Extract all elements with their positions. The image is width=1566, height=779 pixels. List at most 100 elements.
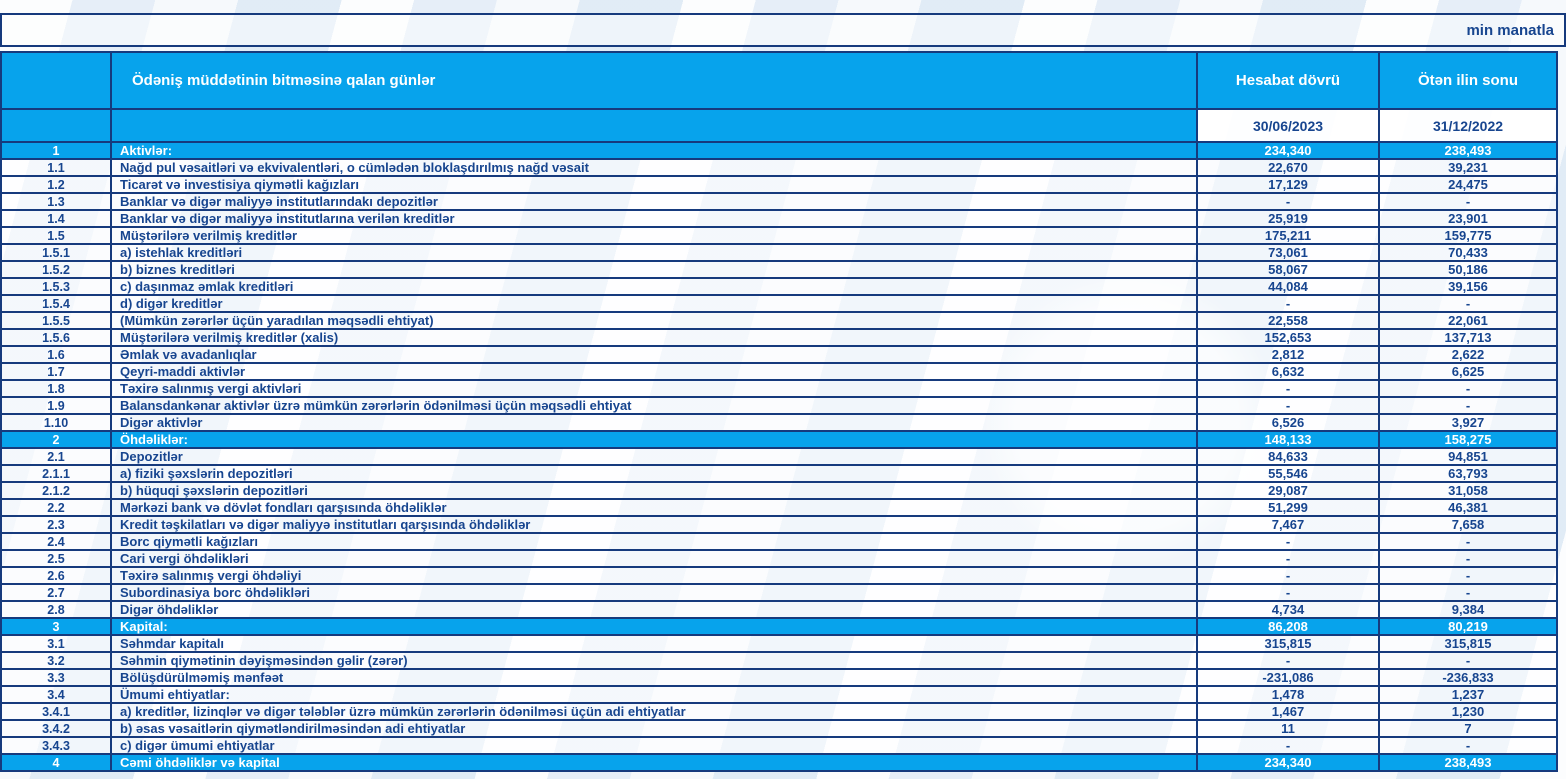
- row-number: 3: [1, 618, 111, 635]
- reporting-period-value: -: [1197, 193, 1379, 210]
- reporting-period-value: -: [1197, 550, 1379, 567]
- row-label: Müştərilərə verilmiş kreditlər: [111, 227, 1197, 244]
- date-row: 30/06/2023 31/12/2022: [1, 109, 1557, 142]
- row-number: 1.6: [1, 346, 111, 363]
- unit-label: min manatla: [1466, 22, 1554, 39]
- section-row: 3Kapital:86,20880,219: [1, 618, 1557, 635]
- row-number: 2.1.2: [1, 482, 111, 499]
- reporting-period-value: 73,061: [1197, 244, 1379, 261]
- previous-year-value: -: [1379, 193, 1557, 210]
- row-number: 1.3: [1, 193, 111, 210]
- reporting-period-value: 51,299: [1197, 499, 1379, 516]
- previous-year-value: 31,058: [1379, 482, 1557, 499]
- row-number: 3.3: [1, 669, 111, 686]
- previous-year-value: -: [1379, 533, 1557, 550]
- table-row: 2.1Depozitlər84,63394,851: [1, 448, 1557, 465]
- row-label: Aktivlər:: [111, 142, 1197, 159]
- previous-year-value: -: [1379, 737, 1557, 754]
- previous-year-value: 7,658: [1379, 516, 1557, 533]
- reporting-period-value: 11: [1197, 720, 1379, 737]
- table-row: 1.5Müştərilərə verilmiş kreditlər175,211…: [1, 227, 1557, 244]
- row-label: (Mümkün zərərlər üçün yaradılan məqsədli…: [111, 312, 1197, 329]
- unit-bar: min manatla: [0, 13, 1566, 47]
- row-label: a) istehlak kreditləri: [111, 244, 1197, 261]
- previous-year-value: 70,433: [1379, 244, 1557, 261]
- reporting-period-value: -: [1197, 533, 1379, 550]
- row-number: 2.2: [1, 499, 111, 516]
- reporting-period-value: 84,633: [1197, 448, 1379, 465]
- previous-year-value: 6,625: [1379, 363, 1557, 380]
- previous-year-header: Ötən ilin sonu: [1379, 52, 1557, 109]
- section-row: 4Cəmi öhdəliklər və kapital234,340238,49…: [1, 754, 1557, 771]
- row-number: 2.1: [1, 448, 111, 465]
- reporting-period-header: Hesabat dövrü: [1197, 52, 1379, 109]
- row-number: 2.3: [1, 516, 111, 533]
- column-header-row: Ödəniş müddətinin bitməsinə qalan günlər…: [1, 52, 1557, 109]
- row-label: Ümumi ehtiyatlar:: [111, 686, 1197, 703]
- previous-year-value: -: [1379, 380, 1557, 397]
- row-number: 1.5.2: [1, 261, 111, 278]
- table-row: 1.9Balansdankənar aktivlər üzrə mümkün z…: [1, 397, 1557, 414]
- table-row: 1.3Banklar və digər maliyyə institutları…: [1, 193, 1557, 210]
- table-row: 2.1.2b) hüquqi şəxslərin depozitləri29,0…: [1, 482, 1557, 499]
- table-row: 1.2Ticarət və investisiya qiymətli kağız…: [1, 176, 1557, 193]
- reporting-period-date: 30/06/2023: [1197, 109, 1379, 142]
- row-label: Banklar və digər maliyyə institutlarında…: [111, 193, 1197, 210]
- row-label: Depozitlər: [111, 448, 1197, 465]
- table-row: 3.4.1a) kreditlər, lizinqlər və digər tə…: [1, 703, 1557, 720]
- row-label: Təxirə salınmış vergi aktivləri: [111, 380, 1197, 397]
- row-number: 1.1: [1, 159, 111, 176]
- table-row: 1.5.3c) daşınmaz əmlak kreditləri44,0843…: [1, 278, 1557, 295]
- previous-year-value: 238,493: [1379, 754, 1557, 771]
- table-row: 2.8Digər öhdəliklər4,7349,384: [1, 601, 1557, 618]
- previous-year-value: -: [1379, 584, 1557, 601]
- row-number: 1.2: [1, 176, 111, 193]
- row-label: Cəmi öhdəliklər və kapital: [111, 754, 1197, 771]
- reporting-period-value: 44,084: [1197, 278, 1379, 295]
- previous-year-value: 159,775: [1379, 227, 1557, 244]
- row-label: Mərkəzi bank və dövlət fondları qarşısın…: [111, 499, 1197, 516]
- reporting-period-value: 7,467: [1197, 516, 1379, 533]
- table-row: 1.7Qeyri-maddi aktivlər6,6326,625: [1, 363, 1557, 380]
- empty-cell: [111, 109, 1197, 142]
- previous-year-value: -: [1379, 652, 1557, 669]
- reporting-period-value: 25,919: [1197, 210, 1379, 227]
- previous-year-value: 7: [1379, 720, 1557, 737]
- table-row: 3.3Bölüşdürülməmiş mənfəət-231,086-236,8…: [1, 669, 1557, 686]
- row-label: b) əsas vəsaitlərin qiymətləndirilməsind…: [111, 720, 1197, 737]
- table-row: 1.5.6Müştərilərə verilmiş kreditlər (xal…: [1, 329, 1557, 346]
- reporting-period-value: 1,478: [1197, 686, 1379, 703]
- row-label: Bölüşdürülməmiş mənfəət: [111, 669, 1197, 686]
- previous-year-value: 39,231: [1379, 159, 1557, 176]
- reporting-period-value: -: [1197, 584, 1379, 601]
- previous-year-value: 23,901: [1379, 210, 1557, 227]
- previous-year-value: -: [1379, 567, 1557, 584]
- previous-year-value: 238,493: [1379, 142, 1557, 159]
- section-row: 2Öhdəliklər:148,133158,275: [1, 431, 1557, 448]
- previous-year-value: 1,237: [1379, 686, 1557, 703]
- row-number-header: [1, 52, 111, 109]
- row-number: 2: [1, 431, 111, 448]
- reporting-period-value: 86,208: [1197, 618, 1379, 635]
- row-label: b) hüquqi şəxslərin depozitləri: [111, 482, 1197, 499]
- previous-year-value: 80,219: [1379, 618, 1557, 635]
- row-label: Digər öhdəliklər: [111, 601, 1197, 618]
- previous-year-value: -: [1379, 397, 1557, 414]
- previous-year-value: 46,381: [1379, 499, 1557, 516]
- row-number: 1.7: [1, 363, 111, 380]
- page: { "unit_label": "min manatla", "colors":…: [0, 0, 1566, 779]
- previous-year-value: 94,851: [1379, 448, 1557, 465]
- reporting-period-value: 234,340: [1197, 754, 1379, 771]
- previous-year-value: -236,833: [1379, 669, 1557, 686]
- previous-year-value: 3,927: [1379, 414, 1557, 431]
- row-number: 3.4: [1, 686, 111, 703]
- table-row: 1.5.1a) istehlak kreditləri73,06170,433: [1, 244, 1557, 261]
- row-label: c) daşınmaz əmlak kreditləri: [111, 278, 1197, 295]
- table-row: 1.6Əmlak və avadanlıqlar2,8122,622: [1, 346, 1557, 363]
- table-row: 3.4.3c) digər ümumi ehtiyatlar--: [1, 737, 1557, 754]
- table-row: 1.4Banklar və digər maliyyə institutları…: [1, 210, 1557, 227]
- row-number: 2.4: [1, 533, 111, 550]
- row-label: Nağd pul vəsaitləri və ekvivalentləri, o…: [111, 159, 1197, 176]
- reporting-period-value: -: [1197, 397, 1379, 414]
- row-label: Banklar və digər maliyyə institutlarına …: [111, 210, 1197, 227]
